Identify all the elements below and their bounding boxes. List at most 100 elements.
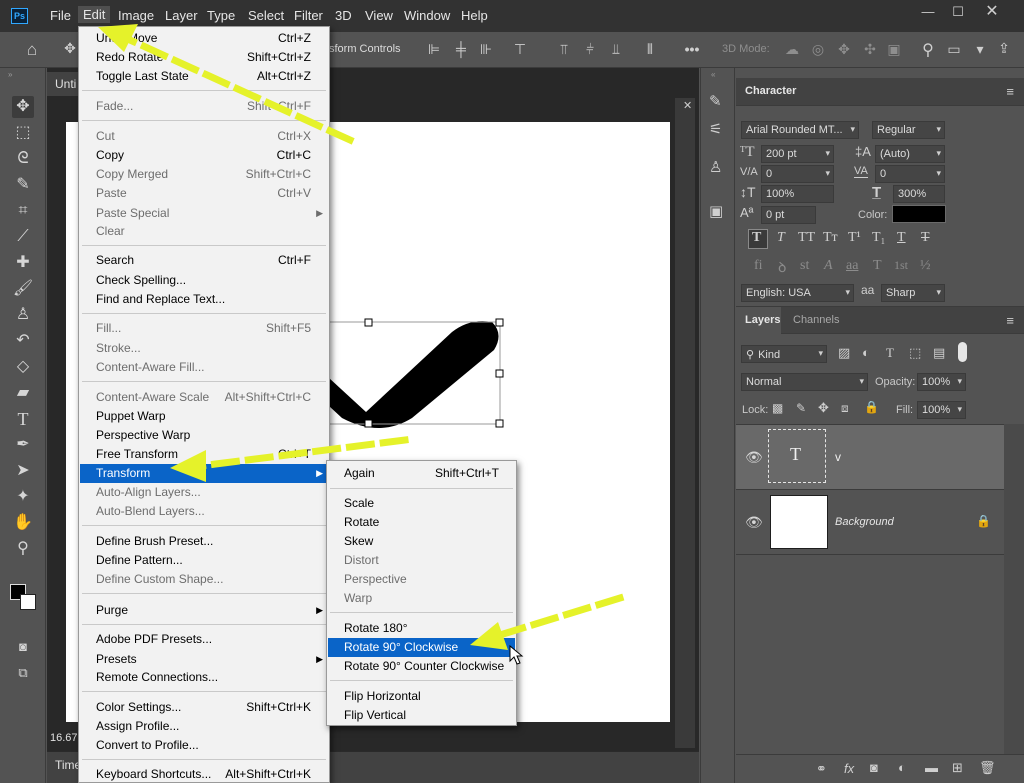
- opacity-field[interactable]: 100% ▾: [917, 373, 966, 391]
- zoom-level[interactable]: 16.67: [50, 732, 78, 744]
- fractions-button[interactable]: ½: [920, 258, 931, 274]
- layer-mask-icon[interactable]: ◙: [870, 760, 878, 775]
- lock-position-icon[interactable]: ✥: [818, 400, 829, 416]
- quick-selection-tool-icon[interactable]: ✎: [12, 174, 34, 196]
- new-layer-icon[interactable]: ⊞: [952, 760, 963, 776]
- shape-tool-icon[interactable]: ✦: [12, 486, 34, 508]
- menu-item-check-spelling[interactable]: Check Spelling...: [80, 271, 328, 290]
- menu-item-color-settings[interactable]: Color Settings... Shift+Ctrl+K: [80, 698, 328, 717]
- transform-controls-label[interactable]: sform Controls: [329, 43, 401, 55]
- align-horizontal-centers-icon[interactable]: ╪: [451, 41, 471, 57]
- menu-item-find-replace[interactable]: Find and Replace Text...: [80, 290, 328, 309]
- panel-menu-icon[interactable]: ≡: [1006, 84, 1014, 99]
- workspace-icon[interactable]: ▭: [944, 41, 964, 58]
- eyedropper-tool-icon[interactable]: ⟋: [12, 226, 34, 248]
- menu-item-stroke[interactable]: Stroke...: [80, 339, 328, 358]
- layer-row-text[interactable]: 👁 T v: [736, 425, 1004, 489]
- menu-item-transform[interactable]: Transform ▶: [80, 464, 328, 483]
- menu-item-purge[interactable]: Purge ▶: [80, 601, 328, 620]
- transform-handle-top[interactable]: [364, 318, 373, 327]
- menu-item-paste-special[interactable]: Paste Special ▶: [80, 204, 328, 223]
- menu-item-copy-merged[interactable]: Copy Merged Shift+Ctrl+C: [80, 165, 328, 184]
- menu-item-clear[interactable]: Clear: [80, 222, 328, 241]
- brush-settings-icon[interactable]: ✎: [709, 92, 722, 110]
- workspace-dropdown-icon[interactable]: ▾: [970, 41, 990, 58]
- filter-smart-object-icon[interactable]: ▤: [933, 345, 945, 361]
- search-icon[interactable]: ⚲: [918, 40, 938, 60]
- maximize-icon[interactable]: ☐: [946, 4, 970, 20]
- fill-field[interactable]: 100% ▾: [917, 401, 966, 419]
- menu-item-flip-vertical[interactable]: Flip Vertical: [328, 706, 515, 725]
- transform-handle-right[interactable]: [495, 369, 504, 378]
- collapse-toolbar-icon[interactable]: »: [8, 70, 12, 79]
- transform-handle-bottom-right[interactable]: [495, 419, 504, 428]
- ligatures-button[interactable]: fi: [754, 258, 763, 274]
- navigator-icon[interactable]: ▣: [709, 202, 723, 220]
- screen-mode-icon[interactable]: ⧉: [12, 662, 34, 684]
- share-icon[interactable]: ⇪: [994, 40, 1014, 57]
- brush-tool-icon[interactable]: 🖌: [12, 278, 34, 300]
- menu-item-warp[interactable]: Warp: [328, 589, 515, 608]
- distribute-bottom-icon[interactable]: ⫫: [606, 41, 626, 58]
- menu-filter[interactable]: Filter: [294, 8, 323, 23]
- 3d-pan-icon[interactable]: ✥: [834, 41, 854, 58]
- zoom-tool-icon[interactable]: ⚲: [12, 538, 34, 560]
- leading-field[interactable]: (Auto) ▾: [875, 145, 945, 163]
- gradient-tool-icon[interactable]: ▰: [12, 382, 34, 404]
- menu-item-search[interactable]: Search Ctrl+F: [80, 251, 328, 270]
- filter-toggle-switch[interactable]: [958, 342, 967, 362]
- menu-item-rotate-90-cw[interactable]: Rotate 90° Clockwise: [328, 638, 515, 657]
- 3d-roll-icon[interactable]: ◎: [808, 41, 828, 58]
- path-selection-tool-icon[interactable]: ➤: [12, 460, 34, 482]
- faux-bold-button[interactable]: T: [752, 230, 761, 246]
- language-select[interactable]: English: USA ▾: [741, 284, 854, 302]
- link-layers-icon[interactable]: ⚭: [816, 761, 827, 777]
- menu-item-undo[interactable]: Undo Move Ctrl+Z: [80, 29, 328, 48]
- vertical-scale-field[interactable]: 100%: [761, 185, 834, 203]
- layer-name[interactable]: v: [835, 450, 841, 464]
- 3d-orbit-icon[interactable]: ☁: [782, 41, 802, 58]
- menu-item-skew[interactable]: Skew: [328, 532, 515, 551]
- layer-name[interactable]: Background: [835, 516, 894, 528]
- eraser-tool-icon[interactable]: ◇: [12, 356, 34, 378]
- menu-type[interactable]: Type: [207, 8, 235, 23]
- lock-transparent-pixels-icon[interactable]: ▩: [772, 401, 783, 415]
- lasso-tool-icon[interactable]: ᘓ: [12, 148, 34, 170]
- superscript-button[interactable]: T¹: [848, 230, 861, 246]
- font-family-select[interactable]: Arial Rounded MT... ▾: [741, 121, 859, 139]
- adjustment-layer-icon[interactable]: ◐: [898, 760, 906, 775]
- adjustments-icon[interactable]: ⚟: [709, 120, 722, 138]
- channels-tab[interactable]: Channels: [793, 314, 839, 326]
- menu-item-rotate-90-ccw[interactable]: Rotate 90° Counter Clockwise: [328, 657, 515, 676]
- crop-tool-icon[interactable]: ⌗: [12, 200, 34, 222]
- font-size-field[interactable]: 200 pt ▾: [761, 145, 834, 163]
- move-tool-icon[interactable]: ✥: [12, 96, 34, 118]
- eye-icon[interactable]: 👁: [745, 514, 763, 531]
- panel-menu-icon[interactable]: ≡: [1006, 313, 1014, 328]
- menu-window[interactable]: Window: [404, 8, 450, 23]
- quick-mask-icon[interactable]: ◙: [12, 636, 34, 658]
- menu-file[interactable]: File: [50, 8, 71, 23]
- lock-artboard-icon[interactable]: ⧈: [841, 401, 849, 416]
- menu-item-perspective[interactable]: Perspective: [328, 570, 515, 589]
- menu-item-auto-align-layers[interactable]: Auto-Align Layers...: [80, 483, 328, 502]
- menu-view[interactable]: View: [365, 8, 393, 23]
- underline-button[interactable]: T: [897, 230, 906, 246]
- align-right-edges-icon[interactable]: ⊪: [476, 41, 496, 58]
- menu-layer[interactable]: Layer: [165, 8, 198, 23]
- filter-shape-icon[interactable]: ⬚: [909, 345, 921, 361]
- tracking-field[interactable]: 0 ▾: [875, 165, 945, 183]
- menu-item-adobe-pdf-presets[interactable]: Adobe PDF Presets...: [80, 630, 328, 649]
- filter-adjustment-icon[interactable]: ◐: [862, 345, 870, 360]
- clone-source-icon[interactable]: ♙: [709, 158, 722, 176]
- text-color-swatch[interactable]: [892, 205, 946, 223]
- new-group-icon[interactable]: ▬: [925, 760, 938, 775]
- menu-item-keyboard-shortcuts[interactable]: Keyboard Shortcuts... Alt+Shift+Ctrl+K: [80, 765, 328, 783]
- menu-item-fill[interactable]: Fill... Shift+F5: [80, 319, 328, 338]
- menu-item-content-aware-fill[interactable]: Content-Aware Fill...: [80, 358, 328, 377]
- small-caps-button[interactable]: Tт: [823, 230, 838, 246]
- menu-item-define-brush-preset[interactable]: Define Brush Preset...: [80, 532, 328, 551]
- blend-mode-select[interactable]: Normal ▾: [741, 373, 868, 391]
- menu-item-rotate-180[interactable]: Rotate 180°: [328, 619, 515, 638]
- lock-all-icon[interactable]: 🔒: [864, 400, 879, 414]
